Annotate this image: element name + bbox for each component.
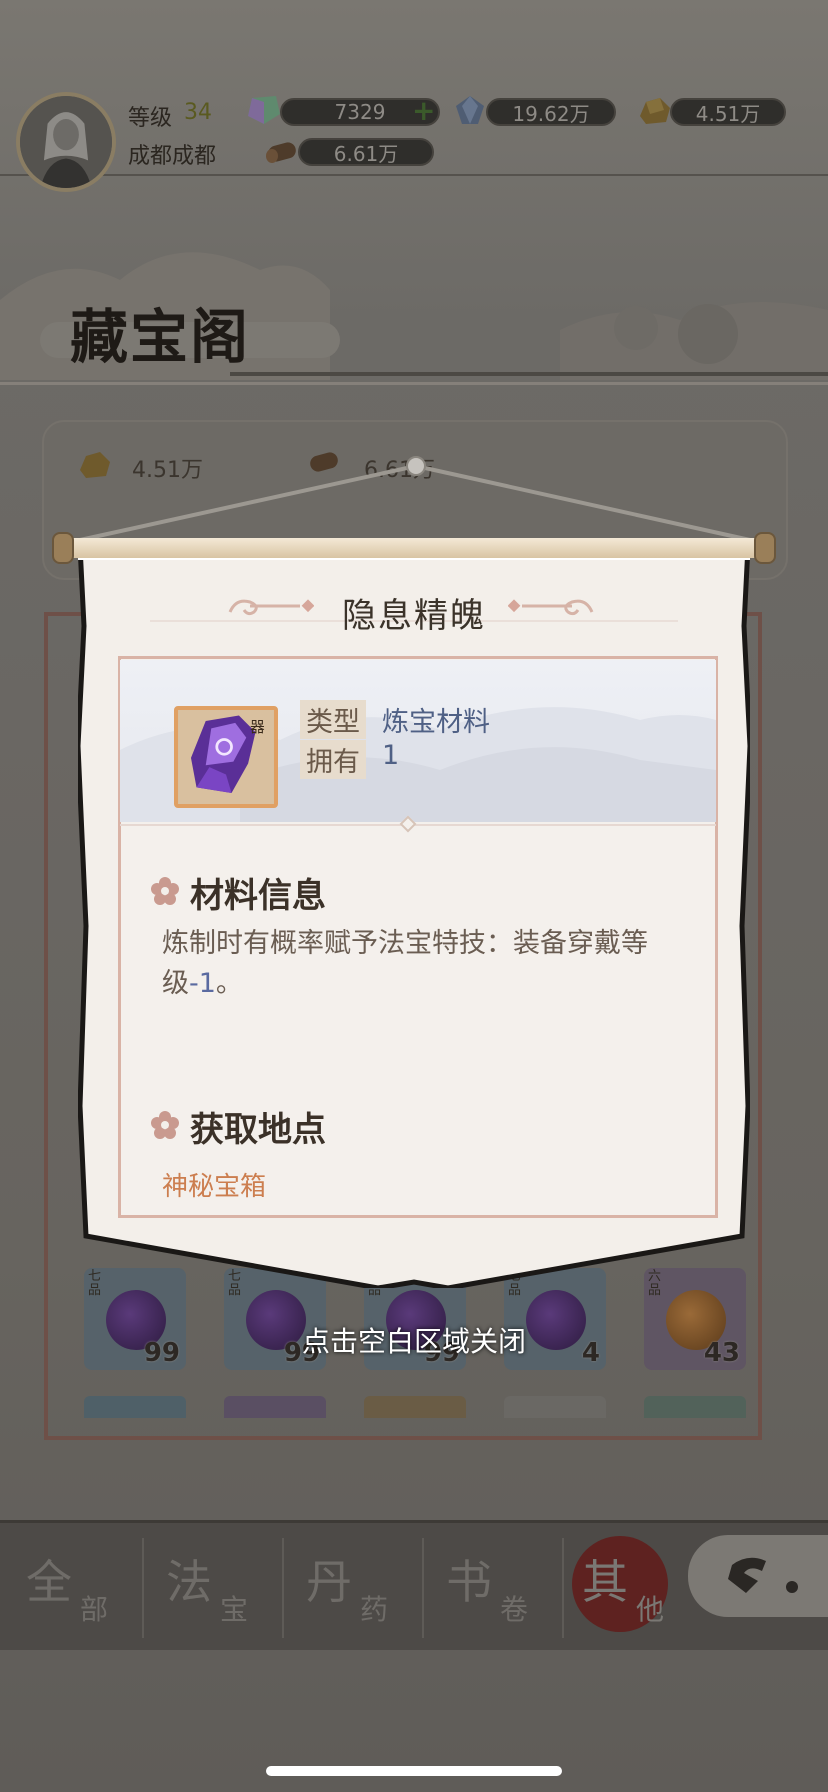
rod-cap-right — [754, 532, 776, 564]
description-suffix: 。 — [215, 968, 243, 999]
hanging-rope — [79, 456, 751, 542]
home-indicator[interactable] — [266, 1766, 562, 1776]
type-label: 类型 — [300, 700, 366, 739]
type-value: 炼宝材料 — [382, 707, 490, 738]
inventory-slot-partial[interactable] — [644, 1396, 746, 1418]
tab-treasure-big: 法 — [166, 1555, 212, 1609]
plum-blossom-icon — [151, 1111, 179, 1139]
back-button[interactable] — [688, 1535, 828, 1617]
tab-other-small: 他 — [636, 1593, 665, 1626]
tab-scrolls[interactable]: 书 卷 — [424, 1530, 562, 1650]
tab-all-big: 全 — [26, 1555, 72, 1609]
source-heading: 获取地点 — [190, 1110, 326, 1150]
item-badge-glyph: 器 — [250, 719, 265, 736]
header-divider — [120, 824, 716, 826]
scroll-rod — [56, 538, 774, 558]
tab-pills[interactable]: 丹 药 — [284, 1530, 422, 1650]
inventory-slot-partial[interactable] — [504, 1396, 606, 1418]
tab-treasure[interactable]: 法 宝 — [144, 1530, 282, 1650]
tab-other[interactable]: 其 他 — [560, 1530, 698, 1650]
source-mystery-chest-link[interactable]: 神秘宝箱 — [162, 1166, 266, 1203]
material-info-heading: 材料信息 — [190, 876, 326, 916]
tab-all[interactable]: 全 部 — [4, 1530, 142, 1650]
item-icon: 器 — [174, 706, 278, 808]
inventory-slot-partial[interactable] — [364, 1396, 466, 1418]
owned-value: 1 — [382, 740, 400, 771]
purple-crystal-shard-icon: 器 — [178, 710, 274, 804]
tab-all-small: 部 — [80, 1593, 109, 1626]
description-value: -1 — [189, 968, 216, 999]
tab-scrolls-big: 书 — [446, 1555, 492, 1609]
tab-scrolls-small: 卷 — [500, 1593, 529, 1626]
tab-other-big: 其 — [582, 1555, 628, 1609]
inventory-slot-partial[interactable] — [224, 1396, 326, 1418]
back-arrow-icon — [728, 1557, 798, 1593]
close-hint-text[interactable]: 点击空白区域关闭 — [0, 1320, 828, 1360]
material-description: 炼制时有概率赋予法宝特技：装备穿戴等级-1。 — [162, 924, 682, 1004]
plum-blossom-icon — [151, 877, 179, 905]
inventory-slot-partial[interactable] — [84, 1396, 186, 1418]
owned-label: 拥有 — [300, 740, 366, 779]
tab-pills-small: 药 — [360, 1593, 389, 1626]
item-name-title: 隐息精魄 — [342, 596, 486, 636]
tab-pills-big: 丹 — [306, 1555, 352, 1609]
tab-treasure-small: 宝 — [220, 1593, 249, 1626]
rod-cap-left — [52, 532, 74, 564]
